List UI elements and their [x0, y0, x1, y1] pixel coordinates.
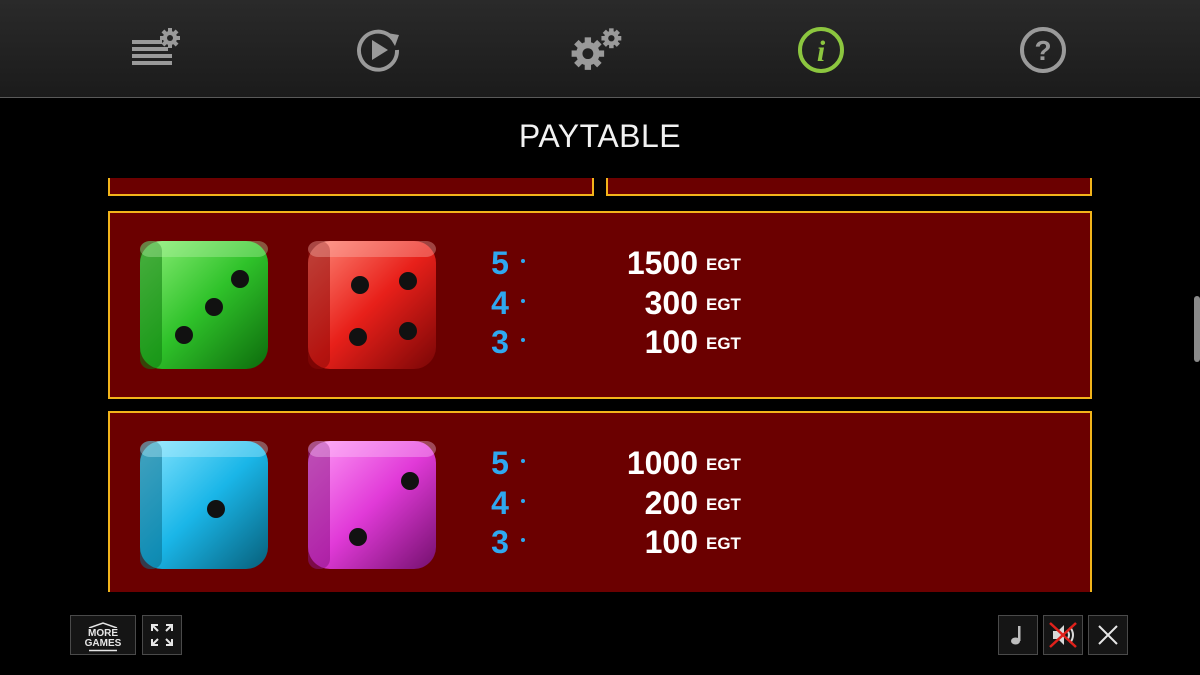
help-icon: ?	[1020, 27, 1066, 73]
symbol-count: 3	[491, 524, 509, 560]
info-button[interactable]: i	[793, 22, 849, 78]
autoplay-button[interactable]	[350, 22, 406, 78]
currency-label: EGT	[706, 255, 741, 274]
separator-dot	[521, 259, 525, 263]
symbol-count: 5	[491, 445, 509, 481]
paytable-card: 5 1000 EGT 4 200 EGT 3 100 EGT	[108, 411, 1092, 592]
payout-amount: 100	[644, 324, 698, 360]
settings-icon	[571, 28, 622, 70]
music-note-icon	[1011, 626, 1021, 645]
currency-label: EGT	[706, 494, 741, 514]
scrollbar-thumb[interactable]	[1194, 296, 1200, 362]
payout-amount: 200	[644, 484, 698, 521]
red-die-icon	[308, 241, 436, 369]
underline-icon	[89, 649, 117, 652]
paytable-card: 5 1500 EGT 4 300 EGT 3 100 EGT	[108, 211, 1092, 399]
help-button[interactable]: ?	[1015, 22, 1071, 78]
more-games-label-2: GAMES	[84, 638, 122, 649]
paytable-card-partial-right	[606, 178, 1092, 196]
currency-label: EGT	[706, 534, 741, 553]
separator-dot	[521, 538, 525, 542]
symbol-count: 4	[491, 284, 509, 321]
separator-dot	[521, 298, 525, 303]
payout-amount: 300	[644, 284, 698, 321]
close-icon	[1098, 625, 1118, 645]
symbol-count: 4	[491, 484, 509, 521]
payout-amount: 1000	[626, 445, 698, 481]
info-icon: i	[798, 27, 844, 73]
currency-label: EGT	[706, 334, 741, 353]
separator-dot	[521, 498, 525, 503]
settings-button[interactable]	[568, 22, 624, 78]
bet-settings-button[interactable]	[128, 22, 184, 78]
green-die-icon	[140, 241, 268, 369]
autoplay-icon	[357, 29, 400, 72]
blue-die-icon	[140, 441, 268, 569]
payout-amount: 100	[644, 524, 698, 560]
bet-settings-icon	[132, 28, 180, 65]
close-button[interactable]	[1088, 615, 1128, 655]
fullscreen-icon	[151, 624, 173, 646]
paytable-scroll-area[interactable]: 5 1500 EGT 4 300 EGT 3 100 EGT 5 1000 EG…	[100, 178, 1100, 592]
paytable-card-partial-left	[108, 178, 594, 196]
svg-text:i: i	[817, 35, 826, 68]
svg-text:?: ?	[1034, 35, 1051, 66]
sound-muted-icon	[1049, 622, 1077, 648]
magenta-die-icon	[308, 441, 436, 569]
symbol-count: 3	[491, 324, 509, 360]
more-games-button[interactable]: MORE GAMES	[70, 615, 136, 655]
top-toolbar: i ?	[0, 0, 1200, 98]
payout-amount: 1500	[626, 245, 698, 281]
fullscreen-button[interactable]	[142, 615, 182, 655]
separator-dot	[521, 338, 525, 342]
currency-label: EGT	[706, 455, 741, 474]
symbol-count: 5	[491, 245, 509, 281]
currency-label: EGT	[706, 294, 741, 314]
music-toggle-button[interactable]	[998, 615, 1038, 655]
sound-toggle-button[interactable]	[1043, 615, 1083, 655]
separator-dot	[521, 459, 525, 463]
page-title: PAYTABLE	[518, 118, 682, 154]
